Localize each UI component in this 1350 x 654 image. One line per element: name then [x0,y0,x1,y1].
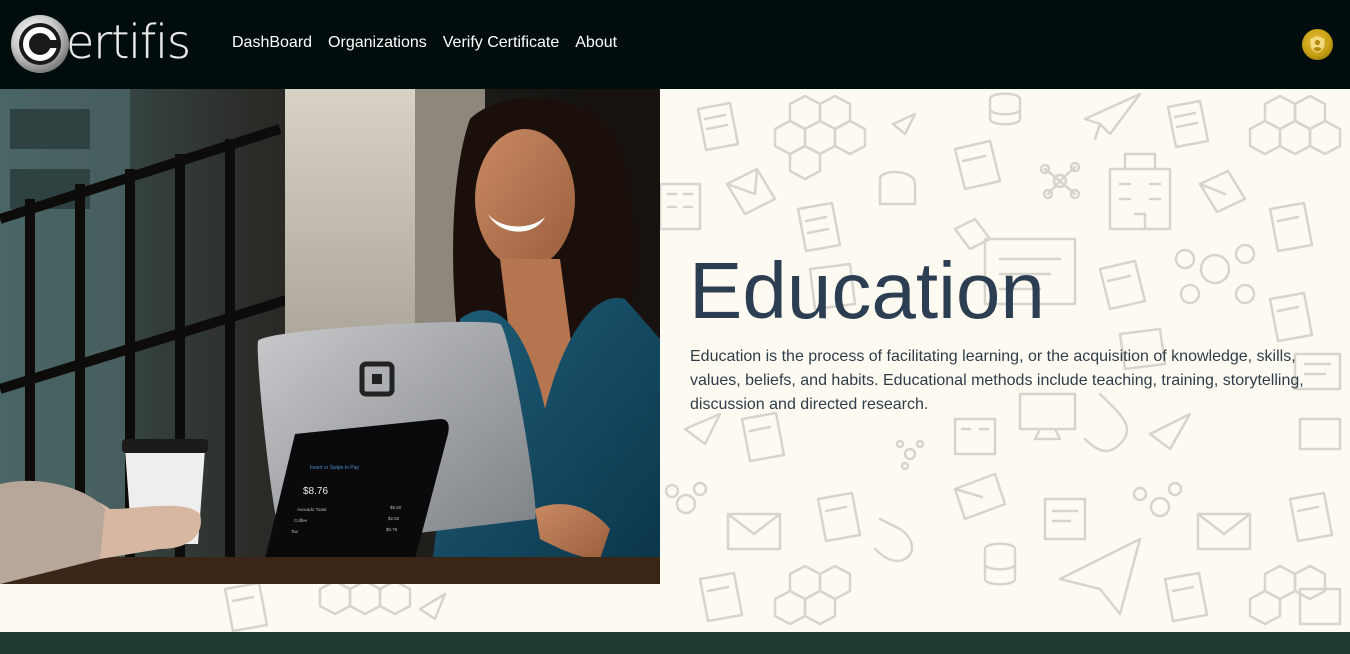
user-shield-icon [1310,36,1325,53]
svg-text:Tax: Tax [291,529,299,534]
svg-text:$5.50: $5.50 [390,505,402,510]
page-description: Education is the process of facilitating… [690,348,1304,413]
svg-text:$2.50: $2.50 [388,516,400,521]
svg-text:ertifis: ertifis [66,15,190,69]
main-nav: DashBoard Organizations Verify Certifica… [232,33,633,53]
page-title: Education [689,246,1045,335]
certifis-logo-icon: ertifis [11,15,191,73]
svg-text:$0.76: $0.76 [386,527,398,532]
hero-section: Insert or Swipe to Pay $8.76 Avocado Toa… [0,89,1350,632]
hero-photo: Insert or Swipe to Pay $8.76 Avocado Toa… [0,89,660,584]
nav-verify-certificate[interactable]: Verify Certificate [443,33,559,53]
nav-about[interactable]: About [575,33,617,53]
svg-text:Coffee: Coffee [294,518,308,523]
nav-organizations[interactable]: Organizations [328,33,427,53]
footer-bar [0,632,1350,654]
user-avatar[interactable] [1302,29,1333,60]
woman-with-pos-terminal-image: Insert or Swipe to Pay $8.76 Avocado Toa… [0,89,660,584]
navbar: ertifis DashBoard Organizations Verify C… [0,0,1350,89]
svg-text:$8.76: $8.76 [303,486,328,497]
certifis-logo[interactable]: ertifis [10,13,210,75]
svg-text:Avocado Toast: Avocado Toast [297,507,327,512]
nav-dashboard[interactable]: DashBoard [232,33,312,53]
svg-text:Insert or Swipe to Pay: Insert or Swipe to Pay [310,465,359,471]
